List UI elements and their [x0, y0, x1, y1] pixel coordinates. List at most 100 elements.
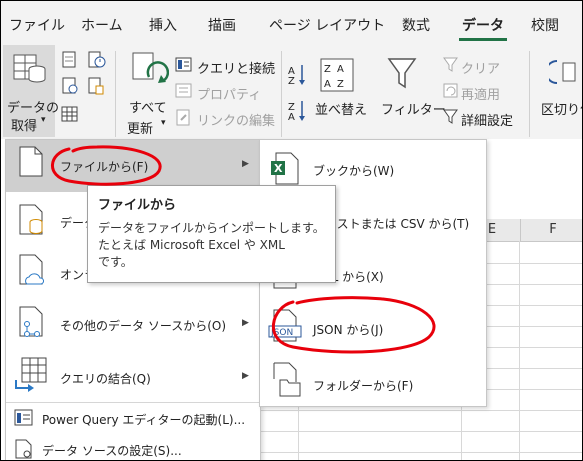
sort-az-za-icons[interactable]: AZ ZA: [288, 63, 308, 125]
submenu-item-label: フォルダーから(F): [313, 379, 414, 393]
excel-window: ファイル ホーム 挿入 描画 ページ レイアウト 数式 データ 校閲 データの …: [0, 0, 583, 461]
grid-line: [485, 368, 582, 369]
grid-line: [485, 305, 582, 306]
other-sources-icon: [19, 306, 43, 337]
filter-funnel-icon[interactable]: [387, 57, 417, 91]
submenu-item-from-json[interactable]: JSON JSON から(J): [260, 299, 486, 352]
chevron-right-icon: ▶: [242, 159, 249, 169]
svg-text:X: X: [274, 162, 283, 175]
file-icon: [19, 146, 43, 177]
existing-connections-icon[interactable]: [87, 77, 105, 95]
advanced-button[interactable]: 詳細設定: [461, 110, 513, 129]
reapply-button[interactable]: 再適用: [461, 84, 500, 103]
tooltip-line: データをファイルからインポートします。: [98, 221, 325, 235]
tab-data[interactable]: データ: [462, 15, 504, 35]
properties-button[interactable]: プロパティ: [197, 84, 261, 103]
sort-button-label[interactable]: 並べ替え: [315, 99, 367, 118]
recent-sources-icon[interactable]: [87, 51, 107, 69]
tab-review[interactable]: 校閲: [531, 15, 559, 35]
column-header-f[interactable]: F: [520, 219, 582, 242]
submenu-item-from-folder[interactable]: フォルダーから(F): [260, 352, 486, 405]
chevron-down-icon: ▾: [161, 118, 166, 128]
edit-links-button[interactable]: リンクの編集: [197, 110, 275, 129]
get-data-label-1: データの: [7, 101, 60, 116]
ribbon-data: データの 取得 ▾ すべて 更新 ▾ クエリと接続 プロパティ リンクの編集 A…: [1, 43, 582, 140]
grid-line: [298, 405, 299, 460]
group-separator: [281, 51, 282, 137]
text-to-columns-icon[interactable]: [549, 57, 579, 87]
tab-insert[interactable]: 挿入: [149, 15, 177, 35]
grid-line: [259, 452, 582, 453]
menu-item-data-source-settings[interactable]: データ ソースの設定(S)...: [6, 434, 260, 460]
get-data-label-2: 取得: [11, 119, 38, 134]
tab-draw[interactable]: 描画: [208, 15, 236, 35]
menu-item-label: その他のデータ ソースから(O): [60, 319, 227, 333]
clear-button[interactable]: クリア: [461, 58, 500, 77]
menu-item-combine-queries[interactable]: クエリの結合(Q) ▶: [6, 348, 260, 400]
svg-text:JSON: JSON: [270, 328, 293, 338]
tab-home[interactable]: ホーム: [81, 15, 123, 35]
menu-item-power-query-editor[interactable]: Power Query エディターの起動(L)...: [6, 404, 260, 432]
queries-connections-button[interactable]: クエリと接続: [197, 58, 275, 77]
reapply-icon: [443, 83, 458, 98]
grid-line: [485, 263, 582, 264]
from-web-icon[interactable]: [61, 77, 79, 95]
grid-line: [259, 410, 582, 411]
submenu-item-label: JSON から(J): [313, 323, 384, 337]
svg-text:Z: Z: [337, 79, 344, 90]
from-text-icon[interactable]: [61, 51, 79, 69]
refresh-all-label-1: すべて: [129, 101, 167, 116]
ribbon-tabs: ファイル ホーム 挿入 描画 ページ レイアウト 数式 データ 校閲: [1, 1, 582, 43]
database-table-icon: [13, 54, 46, 83]
folder-icon: [273, 362, 301, 397]
tab-page-layout[interactable]: ページ レイアウト: [269, 15, 385, 35]
refresh-all-icon[interactable]: [129, 51, 169, 91]
database-icon: [19, 204, 43, 235]
menu-item-label: ファイルから(F): [60, 160, 149, 174]
combine-queries-icon: [15, 357, 47, 392]
chevron-down-icon: ▾: [41, 115, 46, 125]
power-query-editor-icon: [14, 409, 33, 426]
grid-line: [259, 431, 582, 432]
svg-text:A: A: [288, 112, 295, 123]
data-source-settings-icon: [15, 439, 32, 459]
tab-file[interactable]: ファイル: [9, 15, 65, 35]
svg-text:A: A: [324, 79, 331, 90]
svg-text:A: A: [337, 64, 344, 75]
group-separator: [529, 51, 530, 137]
cloud-file-icon: [19, 254, 45, 285]
submenu-item-label: ブックから(W): [313, 164, 395, 178]
filter-button-label[interactable]: フィルター: [381, 99, 446, 118]
from-file-tooltip: ファイルから データをファイルからインポートします。 たとえば Microsof…: [87, 185, 336, 283]
grid-line: [485, 347, 582, 348]
grid-line: [485, 389, 582, 390]
menu-item-label: データ ソースの設定(S)...: [42, 444, 182, 458]
clear-filter-icon: [443, 57, 458, 72]
tab-formulas[interactable]: 数式: [402, 15, 430, 35]
tooltip-title: ファイルから: [98, 198, 177, 213]
tooltip-body: データをファイルからインポートします。 たとえば Microsoft Excel…: [98, 220, 330, 271]
text-to-columns-label[interactable]: 区切り位置: [541, 99, 582, 118]
refresh-all-label-2: 更新: [127, 122, 154, 137]
chevron-right-icon: ▶: [242, 318, 249, 328]
advanced-filter-icon: [443, 109, 458, 124]
sort-icon[interactable]: ZA AZ: [319, 57, 355, 93]
edit-links-icon: [176, 109, 190, 126]
menu-item-from-other-sources[interactable]: その他のデータ ソースから(O) ▶: [6, 296, 260, 348]
tooltip-line: です。: [98, 255, 133, 269]
grid-line: [485, 326, 582, 327]
grid-line: [519, 241, 520, 460]
from-table-icon[interactable]: [61, 105, 79, 123]
group-separator: [115, 51, 116, 137]
menu-item-label: Power Query エディターの起動(L)...: [42, 413, 246, 427]
submenu-item-label: テキストまたは CSV から(T): [313, 217, 470, 231]
grid-line: [485, 284, 582, 285]
grid-line: [461, 405, 462, 460]
json-file-icon: JSON: [268, 309, 302, 342]
svg-text:Z: Z: [324, 64, 331, 75]
properties-icon: [175, 83, 192, 98]
menu-item-label: クエリの結合(Q): [60, 372, 151, 386]
chevron-right-icon: ▶: [242, 371, 249, 381]
queries-connections-icon: [175, 57, 192, 72]
svg-text:Z: Z: [288, 76, 295, 87]
